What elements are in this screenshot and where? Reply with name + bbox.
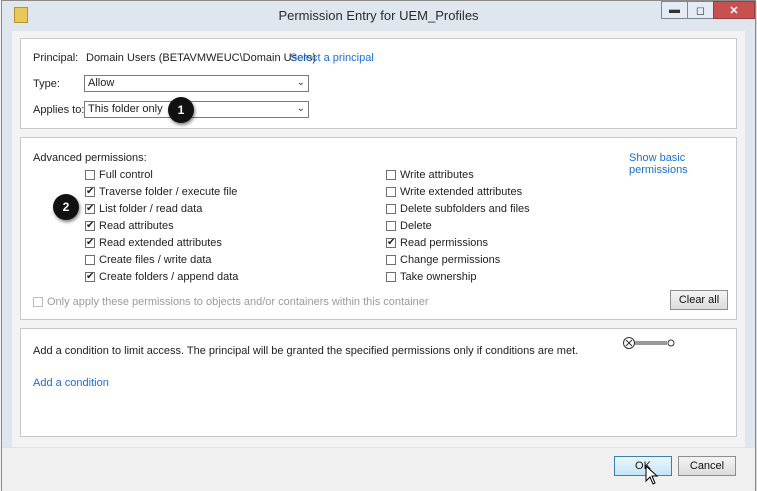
permission-label: Create folders / append data bbox=[99, 271, 239, 283]
checked-checkbox[interactable]: ✔ bbox=[85, 238, 95, 248]
conditions-group: Add a condition to limit access. The pri… bbox=[20, 328, 737, 437]
close-icon: ✕ bbox=[729, 4, 739, 17]
applies-to-select-value: This folder only bbox=[88, 103, 163, 115]
window-title: Permission Entry for UEM_Profiles bbox=[278, 8, 479, 23]
permission-label: Read attributes bbox=[99, 220, 174, 232]
condition-graphic-icon bbox=[623, 337, 675, 349]
checked-checkbox[interactable]: ✔ bbox=[85, 204, 95, 214]
principal-group: Principal: Domain Users (BETAVMWEUC\Doma… bbox=[20, 38, 737, 129]
checkmark-icon: ✔ bbox=[86, 203, 95, 214]
unchecked-checkbox[interactable] bbox=[386, 255, 396, 265]
only-apply-label: Only apply these permissions to objects … bbox=[47, 296, 429, 308]
permission-checkbox-row[interactable]: Full control bbox=[85, 168, 153, 182]
clear-all-button[interactable]: Clear all bbox=[670, 290, 728, 310]
checkmark-icon: ✔ bbox=[86, 186, 95, 197]
permission-checkbox-row[interactable]: Change permissions bbox=[386, 253, 500, 267]
unchecked-checkbox[interactable] bbox=[386, 221, 396, 231]
permission-label: Change permissions bbox=[400, 254, 501, 266]
only-apply-checkbox-row[interactable]: Only apply these permissions to objects … bbox=[33, 295, 429, 309]
permission-checkbox-row[interactable]: ✔ Read permissions bbox=[386, 236, 488, 250]
dialog-content: Principal: Domain Users (BETAVMWEUC\Doma… bbox=[12, 31, 745, 447]
permission-label: Take ownership bbox=[400, 271, 477, 283]
maximize-icon: ◻ bbox=[695, 4, 706, 17]
unchecked-checkbox[interactable] bbox=[386, 204, 396, 214]
show-basic-permissions-link[interactable]: Show basic permissions bbox=[629, 152, 736, 176]
checked-checkbox[interactable]: ✔ bbox=[85, 272, 95, 282]
permission-label: Delete bbox=[400, 220, 432, 232]
permission-label: Write attributes bbox=[400, 169, 474, 181]
advanced-permissions-group: Advanced permissions: Show basic permiss… bbox=[20, 137, 737, 320]
unchecked-checkbox[interactable] bbox=[386, 170, 396, 180]
unchecked-checkbox[interactable] bbox=[85, 255, 95, 265]
permission-checkbox-row[interactable]: ✔ Traverse folder / execute file bbox=[85, 185, 237, 199]
checked-checkbox[interactable]: ✔ bbox=[386, 238, 396, 248]
permission-label: Traverse folder / execute file bbox=[99, 186, 238, 198]
principal-label: Principal: bbox=[33, 52, 79, 64]
permission-label: Delete subfolders and files bbox=[400, 203, 530, 215]
mouse-cursor-icon bbox=[645, 465, 659, 485]
principal-value: Domain Users (BETAVMWEUC\Domain Users) bbox=[86, 52, 317, 64]
checkmark-icon: ✔ bbox=[86, 271, 95, 282]
dialog-footer: OK Cancel bbox=[2, 447, 755, 491]
permission-checkbox-row[interactable]: ✔ Read attributes bbox=[85, 219, 174, 233]
permission-label: List folder / read data bbox=[99, 203, 203, 215]
only-apply-checkbox[interactable] bbox=[33, 297, 43, 307]
step-badge-1: 1 bbox=[168, 97, 194, 123]
chevron-down-icon: ⌄ bbox=[296, 77, 305, 88]
checked-checkbox[interactable]: ✔ bbox=[85, 187, 95, 197]
unchecked-checkbox[interactable] bbox=[386, 187, 396, 197]
permission-entry-window: Permission Entry for UEM_Profiles ▬ ◻ ✕ … bbox=[1, 0, 756, 491]
permission-label: Read permissions bbox=[400, 237, 489, 249]
type-select-value: Allow bbox=[88, 77, 115, 89]
checkmark-icon: ✔ bbox=[86, 237, 95, 248]
permission-checkbox-row[interactable]: ✔ List folder / read data bbox=[85, 202, 202, 216]
title-bar[interactable]: Permission Entry for UEM_Profiles ▬ ◻ ✕ bbox=[2, 1, 755, 31]
type-select[interactable]: Allow ⌄ bbox=[84, 75, 309, 92]
add-condition-link[interactable]: Add a condition bbox=[33, 377, 109, 389]
permission-checkbox-row[interactable]: Write extended attributes bbox=[386, 185, 522, 199]
permission-checkbox-row[interactable]: Write attributes bbox=[386, 168, 474, 182]
permission-label: Write extended attributes bbox=[400, 186, 523, 198]
unchecked-checkbox[interactable] bbox=[386, 272, 396, 282]
minimize-button[interactable]: ▬ bbox=[661, 1, 687, 19]
cancel-button[interactable]: Cancel bbox=[678, 456, 736, 476]
advanced-permissions-label: Advanced permissions: bbox=[33, 152, 147, 164]
minimize-icon: ▬ bbox=[669, 4, 680, 16]
permission-label: Read extended attributes bbox=[99, 237, 222, 249]
permission-checkbox-row[interactable]: Delete subfolders and files bbox=[386, 202, 530, 216]
permission-label: Full control bbox=[99, 169, 153, 181]
maximize-button[interactable]: ◻ bbox=[687, 1, 713, 19]
checkmark-icon: ✔ bbox=[387, 237, 396, 248]
ok-button[interactable]: OK bbox=[614, 456, 672, 476]
permission-checkbox-row[interactable]: ✔ Create folders / append data bbox=[85, 270, 238, 284]
condition-description: Add a condition to limit access. The pri… bbox=[33, 345, 579, 357]
type-label: Type: bbox=[33, 78, 60, 90]
permission-checkbox-row[interactable]: Take ownership bbox=[386, 270, 476, 284]
close-button[interactable]: ✕ bbox=[713, 1, 755, 19]
permission-label: Create files / write data bbox=[99, 254, 212, 266]
checkmark-icon: ✔ bbox=[86, 220, 95, 231]
unchecked-checkbox[interactable] bbox=[85, 170, 95, 180]
select-principal-link[interactable]: Select a principal bbox=[290, 52, 374, 64]
permission-checkbox-row[interactable]: Delete bbox=[386, 219, 432, 233]
permission-checkbox-row[interactable]: Create files / write data bbox=[85, 253, 212, 267]
applies-to-select[interactable]: This folder only ⌄ bbox=[84, 101, 309, 118]
chevron-down-icon: ⌄ bbox=[296, 103, 305, 114]
checked-checkbox[interactable]: ✔ bbox=[85, 221, 95, 231]
applies-to-label: Applies to: bbox=[33, 104, 85, 116]
permission-checkbox-row[interactable]: ✔ Read extended attributes bbox=[85, 236, 222, 250]
step-badge-2: 2 bbox=[53, 194, 79, 220]
